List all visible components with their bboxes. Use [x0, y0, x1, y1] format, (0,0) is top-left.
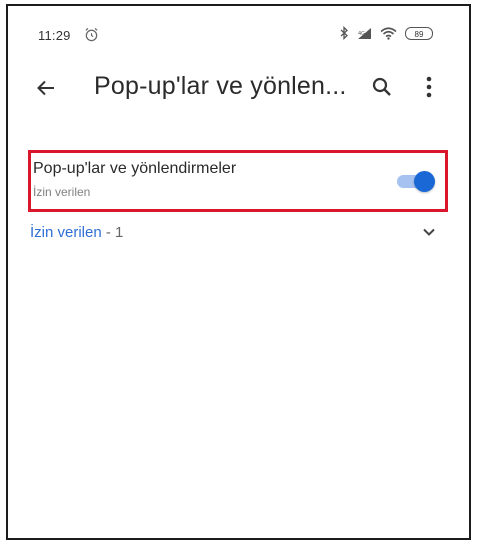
- alarm-icon: [85, 28, 98, 42]
- bluetooth-icon: [340, 26, 348, 40]
- back-arrow-icon[interactable]: [34, 76, 58, 100]
- popups-toggle[interactable]: [395, 170, 435, 192]
- allowed-section-header[interactable]: İzin verilen - 1: [30, 218, 448, 252]
- popups-redirects-setting[interactable]: Pop-up'lar ve yönlendirmeler İzin verile…: [28, 150, 448, 212]
- battery-icon: 89: [405, 26, 433, 40]
- toggle-thumb: [414, 171, 435, 192]
- signal-icon: 4G: [358, 27, 371, 39]
- setting-title: Pop-up'lar ve yönlendirmeler: [33, 160, 237, 177]
- setting-subtitle: İzin verilen: [33, 185, 91, 199]
- allowed-label: İzin verilen: [30, 224, 102, 241]
- phone-screen: 11:29 4G 89 Pop-up'lar ve yönlen... Pop-…: [6, 4, 471, 540]
- page-title: Pop-up'lar ve yönlen...: [94, 72, 347, 100]
- status-time: 11:29: [38, 28, 71, 43]
- search-icon[interactable]: [370, 75, 394, 99]
- wifi-icon: [380, 26, 397, 40]
- allowed-count: - 1: [105, 224, 124, 241]
- allowed-section-text: İzin verilen - 1: [30, 224, 123, 241]
- app-bar: Pop-up'lar ve yönlen...: [8, 62, 469, 122]
- status-bar: 11:29 4G 89: [8, 6, 469, 56]
- status-icons: 4G 89: [340, 26, 433, 40]
- more-vert-icon[interactable]: [424, 74, 434, 100]
- svg-text:4G: 4G: [358, 31, 365, 37]
- chevron-down-icon[interactable]: [422, 227, 436, 237]
